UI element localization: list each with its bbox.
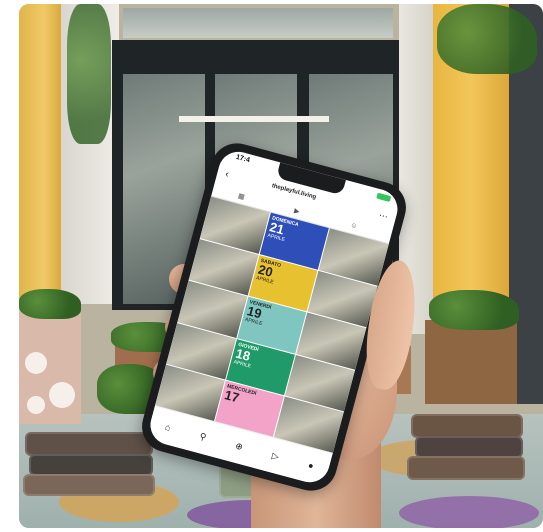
hanging-plant [437,4,537,74]
storefront-photo: 17:4 ‹ theplayful.living ⋯ ▦ ▶ ☺ DOMENIC… [19,4,543,528]
floor-cushion [29,454,153,476]
floor-cushion [415,436,523,458]
search-icon[interactable]: ⚲ [198,431,208,443]
floor-tile-pattern [399,496,539,528]
flower-pattern [49,382,75,408]
wooden-planter [425,320,517,404]
transom-window [123,8,393,38]
yellow-wall-left [19,4,61,304]
hanging-plant [67,4,111,144]
profile-icon[interactable]: ● [307,460,315,471]
reels-icon[interactable]: ▷ [271,450,280,462]
status-time: 17:4 [235,153,251,165]
flower-pattern [27,396,45,414]
ceiling-lamp [179,116,329,122]
more-icon[interactable]: ⋯ [378,210,389,223]
plant [19,289,81,319]
grid-icon[interactable]: ▦ [237,192,245,201]
battery-icon [376,192,392,203]
reels-icon[interactable]: ▶ [293,207,300,216]
plant [429,290,519,330]
floor-cushion [407,456,525,480]
floor-cushion [25,432,153,456]
floor-cushion [23,474,155,496]
floor-cushion [411,414,523,438]
chevron-left-icon[interactable]: ‹ [224,169,230,180]
add-icon[interactable]: ⊕ [234,440,244,453]
home-icon[interactable]: ⌂ [164,422,172,433]
flower-pattern [25,352,47,374]
tagged-icon[interactable]: ☺ [349,222,358,231]
